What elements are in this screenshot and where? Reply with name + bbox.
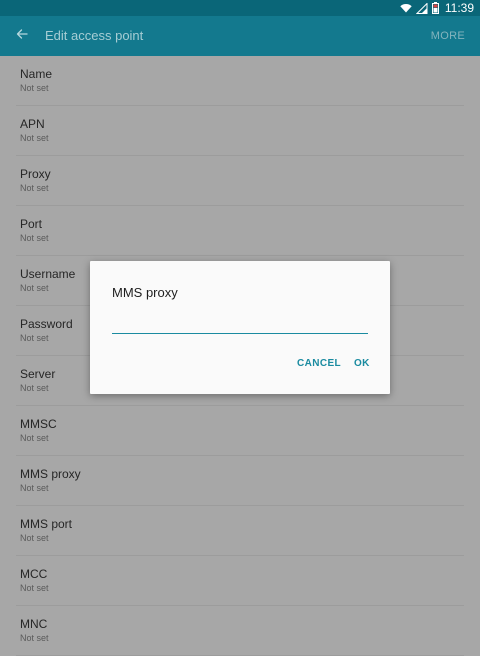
cancel-button[interactable]: CANCEL	[297, 358, 341, 369]
list-item-value: Not set	[20, 83, 49, 93]
page-title: Edit access point	[45, 28, 144, 43]
wifi-icon	[400, 3, 412, 13]
dialog-title: MMS proxy	[112, 285, 178, 300]
mms-proxy-dialog: MMS proxy CANCEL OK	[90, 261, 390, 394]
list-item-label: MMS proxy	[20, 467, 81, 481]
list-item-value: Not set	[20, 283, 49, 293]
list-item-port[interactable]: Port Not set	[16, 206, 464, 256]
status-time: 11:39	[444, 1, 474, 15]
list-item-value: Not set	[20, 183, 49, 193]
list-item-label: Server	[20, 367, 56, 381]
list-item-value: Not set	[20, 583, 49, 593]
back-button[interactable]	[10, 24, 34, 48]
list-item-label: APN	[20, 117, 45, 131]
list-item-value: Not set	[20, 483, 49, 493]
list-item-value: Not set	[20, 383, 49, 393]
list-item-label: MMSC	[20, 417, 57, 431]
list-item-value: Not set	[20, 233, 49, 243]
list-item-value: Not set	[20, 133, 49, 143]
list-item-label: MNC	[20, 617, 48, 631]
mms-proxy-input[interactable]	[112, 313, 368, 334]
list-item-value: Not set	[20, 333, 49, 343]
list-item-mmsc[interactable]: MMSC Not set	[16, 406, 464, 456]
list-item-label: Port	[20, 217, 43, 231]
list-item-label: MMS port	[20, 517, 73, 531]
list-item-label: MCC	[20, 567, 48, 581]
list-item-label: Name	[20, 67, 53, 81]
list-item-mms-port[interactable]: MMS port Not set	[16, 506, 464, 556]
list-item-mnc[interactable]: MNC Not set	[16, 606, 464, 656]
list-item-value: Not set	[20, 433, 49, 443]
list-item-mcc[interactable]: MCC Not set	[16, 556, 464, 606]
ok-button[interactable]: OK	[354, 358, 370, 369]
list-item-name[interactable]: Name Not set	[16, 56, 464, 106]
status-bar: 11:39	[0, 0, 480, 16]
list-item-apn[interactable]: APN Not set	[16, 106, 464, 156]
list-item-label: Proxy	[20, 167, 51, 181]
list-item-label: Username	[20, 267, 76, 281]
status-icons: 11:39	[400, 0, 474, 16]
signal-icon	[415, 2, 428, 14]
list-item-mms-proxy[interactable]: MMS proxy Not set	[16, 456, 464, 506]
list-item-label: Password	[20, 317, 73, 331]
list-item-proxy[interactable]: Proxy Not set	[16, 156, 464, 206]
battery-icon	[431, 2, 439, 14]
app-bar: Edit access point MORE	[0, 16, 480, 56]
list-item-value: Not set	[20, 633, 49, 643]
list-item-value: Not set	[20, 533, 49, 543]
more-button[interactable]: MORE	[431, 16, 465, 56]
arrow-left-icon	[16, 27, 28, 45]
